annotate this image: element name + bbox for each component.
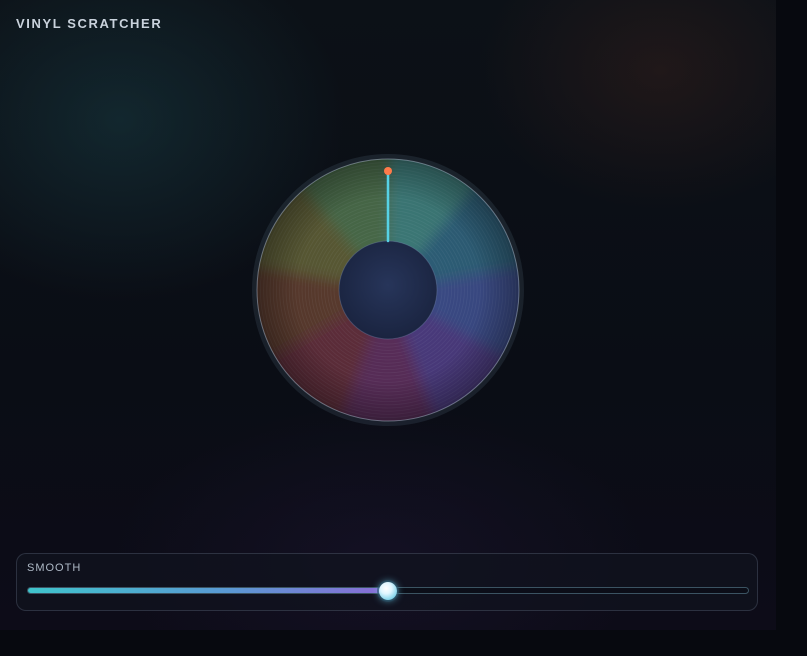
- vinyl-record-graphic[interactable]: [252, 154, 524, 426]
- vinyl-record[interactable]: [252, 154, 524, 426]
- needle-tip: [384, 167, 392, 175]
- app-window: VINYL SCRATCHER SMOOTH: [0, 0, 776, 630]
- smooth-label: SMOOTH: [27, 562, 82, 574]
- smooth-slider-thumb[interactable]: [379, 581, 397, 600]
- app-title: VINYL SCRATCHER: [16, 16, 163, 31]
- smooth-control-panel: SMOOTH: [16, 553, 758, 611]
- smooth-slider-fill: [28, 588, 388, 593]
- smooth-slider[interactable]: [27, 581, 749, 600]
- record-center-label: [338, 240, 438, 340]
